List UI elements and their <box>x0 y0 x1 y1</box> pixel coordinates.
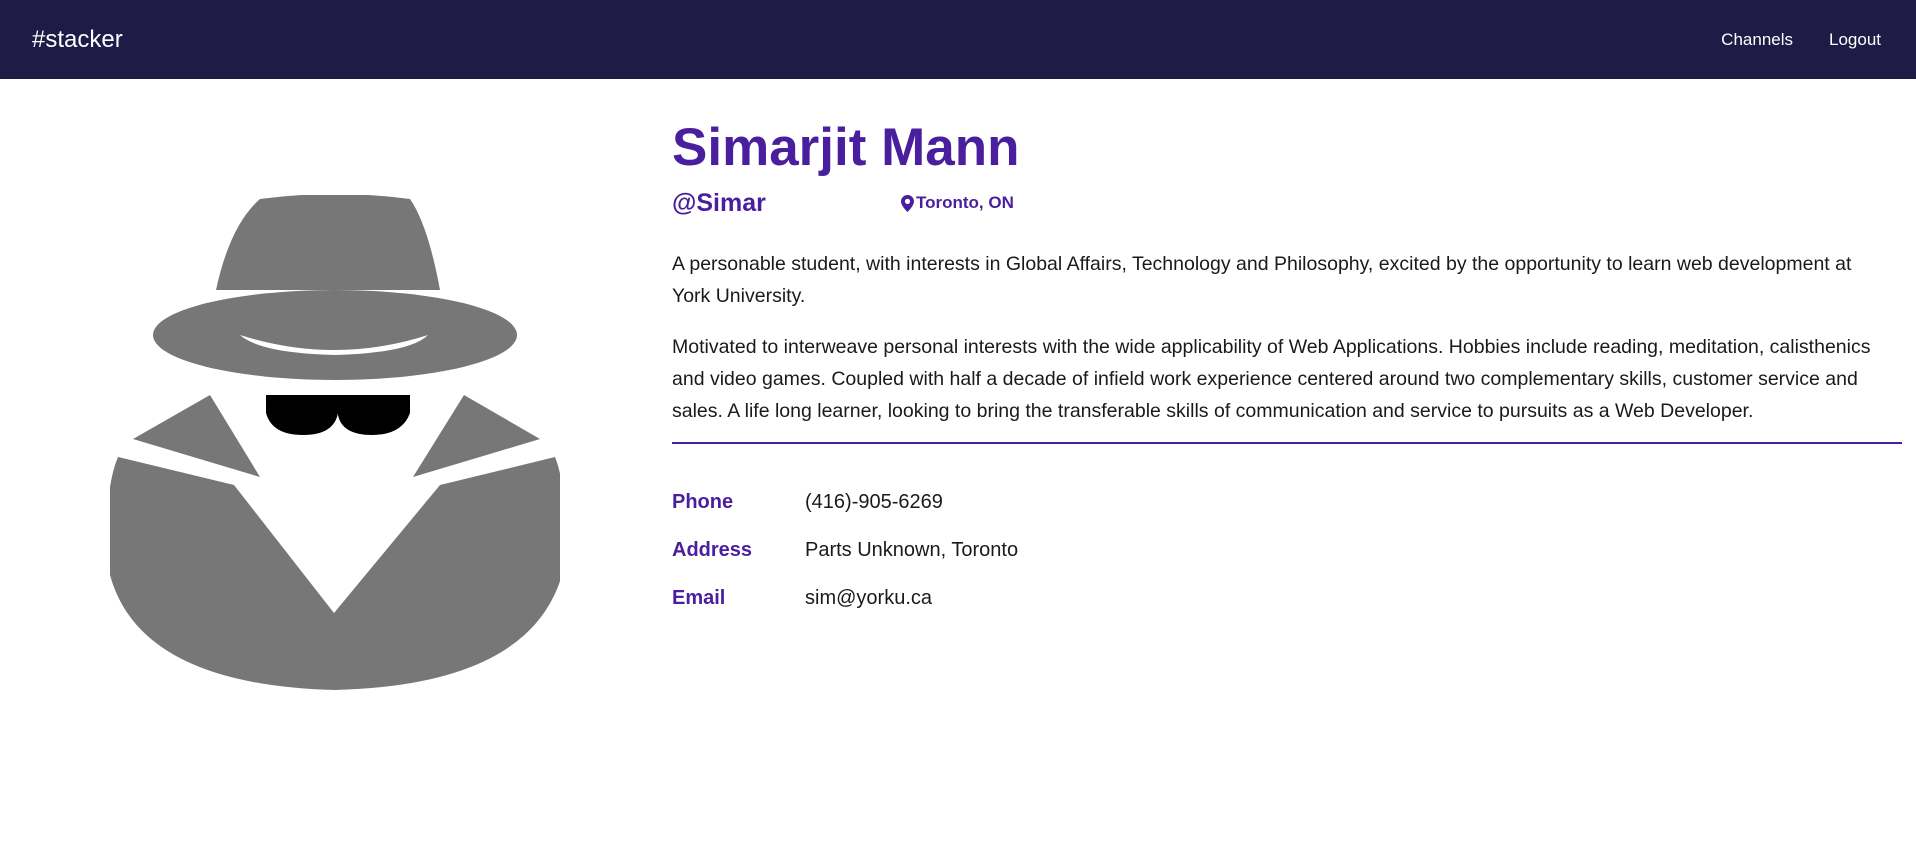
section-divider <box>672 442 1902 444</box>
profile-name: Simarjit Mann <box>672 118 1020 177</box>
nav-links: Channels Logout <box>1721 30 1884 50</box>
bio-paragraph: A personable student, with interests in … <box>672 253 1852 307</box>
profile-avatar <box>107 194 565 690</box>
map-pin-icon <box>901 194 914 212</box>
nav-link-channels[interactable]: Channels <box>1721 30 1793 50</box>
contact-row-address: Address Parts Unknown, Toronto <box>672 526 1902 574</box>
profile-bio: A personable student, with interests in … <box>672 248 1892 427</box>
contact-label: Email <box>672 586 726 609</box>
contact-value-phone: (416)-905-6269 <box>805 490 943 513</box>
contact-row-phone: Phone (416)-905-6269 <box>672 478 1902 526</box>
contact-label: Address <box>672 538 753 561</box>
contact-info: Phone (416)-905-6269 Address Parts Unkno… <box>672 478 1902 622</box>
contact-row-email: Email sim@yorku.ca <box>672 574 1902 622</box>
profile-handle: @Simar <box>672 188 766 217</box>
top-navbar: #stacker Channels Logout <box>0 0 1916 79</box>
bio-paragraph: Motivated to interweave personal interes… <box>672 336 1871 422</box>
profile-subline: @Simar Toronto, ON <box>672 188 1902 218</box>
profile-location-text: Toronto, ON <box>916 193 1014 212</box>
contact-value-address: Parts Unknown, Toronto <box>805 538 1019 561</box>
nav-link-logout[interactable]: Logout <box>1829 30 1881 50</box>
profile-location: Toronto, ON <box>901 193 1014 213</box>
profile-details: Simarjit Mann @Simar Toronto, ON A perso… <box>672 118 1902 622</box>
spy-incognito-icon <box>107 194 565 690</box>
contact-label: Phone <box>672 490 734 513</box>
brand-logo-link[interactable]: #stacker <box>32 26 123 54</box>
contact-value-email: sim@yorku.ca <box>805 586 932 609</box>
